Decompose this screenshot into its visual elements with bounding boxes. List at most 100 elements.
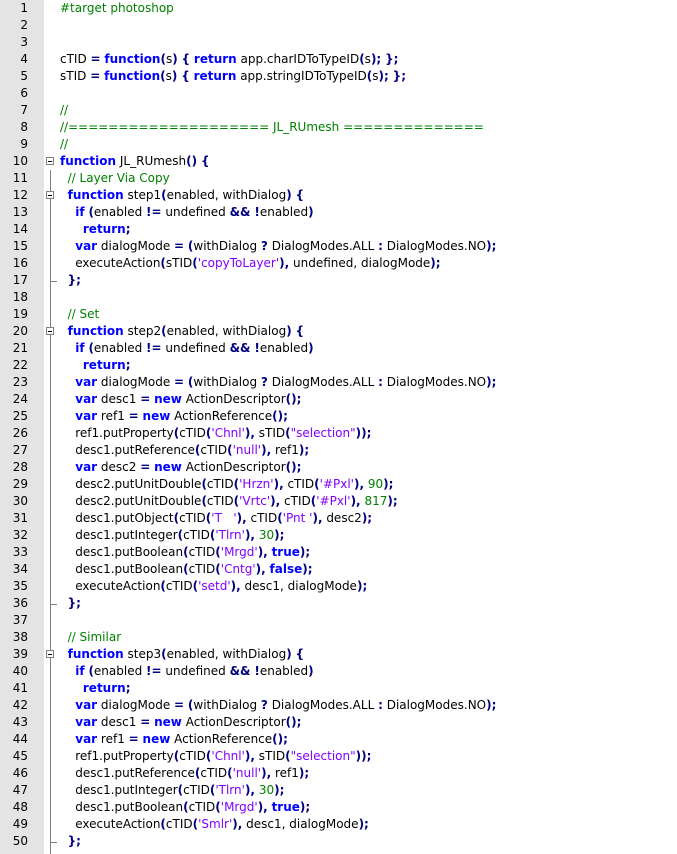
fold-collapse-icon[interactable] [46,157,54,165]
code-text[interactable]: return; [60,680,131,697]
code-line[interactable]: 43 var desc1 = new ActionDescriptor(); [0,714,677,731]
code-line[interactable]: 24 var desc1 = new ActionDescriptor(); [0,391,677,408]
code-text[interactable]: desc1.putBoolean(cTID('Mrgd'), true); [60,799,310,816]
code-line[interactable]: 8 //==================== JL_RUmesh ======… [0,119,677,136]
code-text[interactable]: var ref1 = new ActionReference(); [60,408,288,425]
code-text[interactable]: var desc1 = new ActionDescriptor(); [60,391,301,408]
code-line[interactable]: 45 ref1.putProperty(cTID('Chnl'), sTID("… [0,748,677,765]
code-text[interactable]: sTID = function(s) { return app.stringID… [60,68,406,85]
code-text[interactable]: //==================== JL_RUmesh =======… [60,119,484,136]
code-line[interactable]: 28 var desc2 = new ActionDescriptor(); [0,459,677,476]
code-line[interactable]: 17 }; [0,272,677,289]
code-line[interactable]: 36 }; [0,595,677,612]
code-area[interactable]: 1 #target photoshop 2 3 4 cTID = function(s) … [0,0,677,850]
code-text[interactable]: // [60,102,68,119]
code-text[interactable]: desc1.putReference(cTID('null'), ref1); [60,765,309,782]
code-text[interactable]: // [60,136,68,153]
code-line[interactable]: 10 function JL_RUmesh() { [0,153,677,170]
code-text[interactable]: var desc2 = new ActionDescriptor(); [60,459,301,476]
code-line[interactable]: 34 desc1.putBoolean(cTID('Cntg'), false)… [0,561,677,578]
code-text[interactable]: executeAction(cTID('Smlr'), desc1, dialo… [60,816,369,833]
code-text[interactable]: cTID = function(s) { return app.charIDTo… [60,51,398,68]
code-line[interactable]: 29 desc2.putUnitDouble(cTID('Hrzn'), cTI… [0,476,677,493]
code-line[interactable]: 33 desc1.putBoolean(cTID('Mrgd'), true); [0,544,677,561]
code-line[interactable]: 26 ref1.putProperty(cTID('Chnl'), sTID("… [0,425,677,442]
code-line[interactable]: 32 desc1.putInteger(cTID('Tlrn'), 30); [0,527,677,544]
code-text[interactable]: if (enabled != undefined && !enabled) [60,663,313,680]
code-text[interactable]: function step3(enabled, withDialog) { [60,646,304,663]
code-line[interactable]: 35 executeAction(cTID('setd'), desc1, di… [0,578,677,595]
code-text[interactable]: desc2.putUnitDouble(cTID('Hrzn'), cTID('… [60,476,393,493]
code-line[interactable]: 9 // [0,136,677,153]
code-text[interactable]: }; [60,833,81,850]
code-text[interactable]: if (enabled != undefined && !enabled) [60,204,313,221]
code-text[interactable]: function JL_RUmesh() { [60,153,210,170]
code-line[interactable]: 39 function step3(enabled, withDialog) { [0,646,677,663]
code-line[interactable]: 3 [0,34,677,51]
code-text[interactable]: var desc1 = new ActionDescriptor(); [60,714,301,731]
code-line[interactable]: 13 if (enabled != undefined && !enabled) [0,204,677,221]
code-text[interactable]: }; [60,272,81,289]
code-text[interactable]: desc2.putUnitDouble(cTID('Vrtc'), cTID('… [60,493,397,510]
fold-collapse-icon[interactable] [46,191,54,199]
code-line[interactable]: 46 desc1.putReference(cTID('null'), ref1… [0,765,677,782]
code-line[interactable]: 48 desc1.putBoolean(cTID('Mrgd'), true); [0,799,677,816]
code-line[interactable]: 1 #target photoshop [0,0,677,17]
code-line[interactable]: 41 return; [0,680,677,697]
fold-collapse-icon[interactable] [46,327,54,335]
code-text[interactable]: function step1(enabled, withDialog) { [60,187,304,204]
code-line[interactable]: 49 executeAction(cTID('Smlr'), desc1, di… [0,816,677,833]
code-line[interactable]: 22 return; [0,357,677,374]
code-line[interactable]: 30 desc2.putUnitDouble(cTID('Vrtc'), cTI… [0,493,677,510]
code-text[interactable]: desc1.putReference(cTID('null'), ref1); [60,442,309,459]
code-line[interactable]: 47 desc1.putInteger(cTID('Tlrn'), 30); [0,782,677,799]
code-text[interactable]: var dialogMode = (withDialog ? DialogMod… [60,697,496,714]
code-line[interactable]: 40 if (enabled != undefined && !enabled) [0,663,677,680]
code-line[interactable]: 50 }; [0,833,677,850]
code-text[interactable]: var ref1 = new ActionReference(); [60,731,288,748]
code-text[interactable]: desc1.putObject(cTID('T '), cTID('Pnt ')… [60,510,372,527]
code-text[interactable]: executeAction(cTID('setd'), desc1, dialo… [60,578,367,595]
code-text[interactable]: desc1.putBoolean(cTID('Mrgd'), true); [60,544,310,561]
code-line[interactable]: 14 return; [0,221,677,238]
code-editor[interactable]: 1 #target photoshop 2 3 4 cTID = function(s) … [0,0,677,854]
fold-collapse-icon[interactable] [46,650,54,658]
code-line[interactable]: 23 var dialogMode = (withDialog ? Dialog… [0,374,677,391]
code-line[interactable]: 2 [0,17,677,34]
code-line[interactable]: 5 sTID = function(s) { return app.stringI… [0,68,677,85]
code-line[interactable]: 12 function step1(enabled, withDialog) { [0,187,677,204]
code-text[interactable]: var dialogMode = (withDialog ? DialogMod… [60,374,496,391]
code-text[interactable]: if (enabled != undefined && !enabled) [60,340,313,357]
code-text[interactable]: return; [60,357,131,374]
code-text[interactable]: executeAction(sTID('copyToLayer'), undef… [60,255,440,272]
code-line[interactable]: 11 // Layer Via Copy [0,170,677,187]
code-line[interactable]: 37 [0,612,677,629]
code-text[interactable]: var dialogMode = (withDialog ? DialogMod… [60,238,496,255]
code-text[interactable]: // Similar [60,629,122,646]
code-line[interactable]: 7 // [0,102,677,119]
code-text[interactable]: }; [60,595,81,612]
code-text[interactable]: return; [60,221,131,238]
code-line[interactable]: 16 executeAction(sTID('copyToLayer'), un… [0,255,677,272]
code-line[interactable]: 21 if (enabled != undefined && !enabled) [0,340,677,357]
code-text[interactable]: desc1.putBoolean(cTID('Cntg'), false); [60,561,312,578]
code-line[interactable]: 25 var ref1 = new ActionReference(); [0,408,677,425]
code-line[interactable]: 19 // Set [0,306,677,323]
code-line[interactable]: 15 var dialogMode = (withDialog ? Dialog… [0,238,677,255]
code-line[interactable]: 6 [0,85,677,102]
code-line[interactable]: 18 [0,289,677,306]
code-text[interactable]: desc1.putInteger(cTID('Tlrn'), 30); [60,782,284,799]
code-line[interactable]: 44 var ref1 = new ActionReference(); [0,731,677,748]
code-line[interactable]: 42 var dialogMode = (withDialog ? Dialog… [0,697,677,714]
code-text[interactable]: function step2(enabled, withDialog) { [60,323,304,340]
code-line[interactable]: 27 desc1.putReference(cTID('null'), ref1… [0,442,677,459]
code-line[interactable]: 20 function step2(enabled, withDialog) { [0,323,677,340]
code-line[interactable]: 4 cTID = function(s) { return app.charIDT… [0,51,677,68]
code-line[interactable]: 38 // Similar [0,629,677,646]
code-text[interactable]: #target photoshop [60,0,174,17]
code-line[interactable]: 31 desc1.putObject(cTID('T '), cTID('Pnt… [0,510,677,527]
code-text[interactable]: // Set [60,306,100,323]
code-text[interactable]: // Layer Via Copy [60,170,170,187]
code-text[interactable]: desc1.putInteger(cTID('Tlrn'), 30); [60,527,284,544]
code-text[interactable]: ref1.putProperty(cTID('Chnl'), sTID("sel… [60,425,371,442]
